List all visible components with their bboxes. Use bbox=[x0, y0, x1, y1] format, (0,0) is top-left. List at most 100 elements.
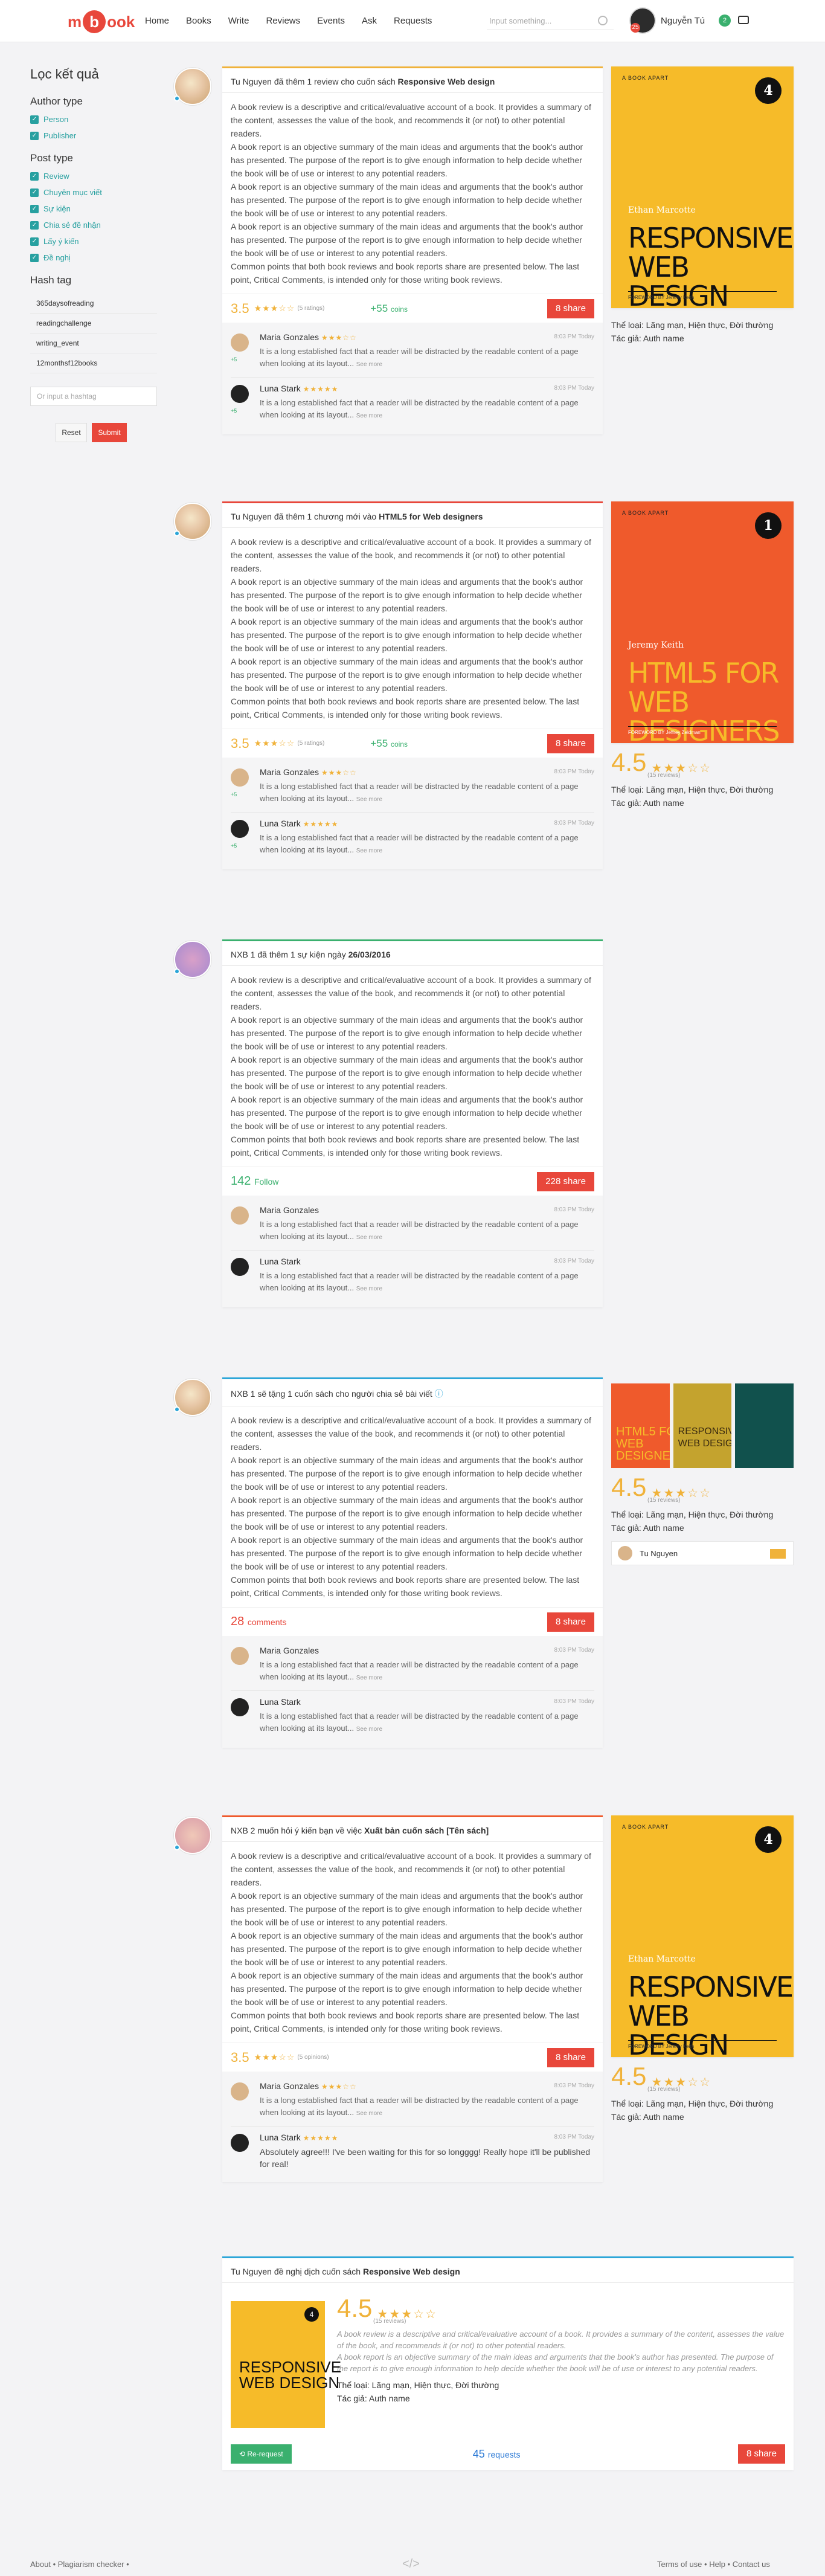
nav-books[interactable]: Books bbox=[186, 16, 211, 26]
search-input[interactable]: Input something... bbox=[487, 12, 614, 30]
nav-events[interactable]: Events bbox=[317, 16, 345, 26]
hashtag-item[interactable]: readingchallenge bbox=[30, 314, 157, 333]
book-cover[interactable]: RESPONSIVE WEB DESIGN bbox=[673, 1383, 732, 1468]
share-button[interactable]: 228 share bbox=[537, 1171, 594, 1191]
commenter-avatar[interactable] bbox=[231, 2134, 249, 2152]
nav-ask[interactable]: Ask bbox=[362, 16, 377, 26]
nav-write[interactable]: Write bbox=[228, 16, 249, 26]
commenter-name[interactable]: Maria Gonzales bbox=[260, 767, 319, 777]
post-author-avatar[interactable] bbox=[174, 941, 211, 978]
post-author-avatar[interactable] bbox=[174, 1379, 211, 1416]
footer-left-links[interactable]: About • Plagiarism checker • bbox=[30, 2560, 129, 2569]
hashtag-item[interactable]: 12monthsf12books bbox=[30, 353, 157, 373]
commenter-name[interactable]: Luna Stark bbox=[260, 1697, 301, 1707]
hashtag-item[interactable]: writing_event bbox=[30, 333, 157, 353]
commenter-name[interactable]: Maria Gonzales bbox=[260, 1646, 319, 1655]
reset-button[interactable]: Reset bbox=[56, 423, 87, 442]
search-icon[interactable] bbox=[598, 16, 608, 25]
nav-requests[interactable]: Requests bbox=[394, 16, 432, 26]
hashtag-input[interactable]: Or input a hashtag bbox=[30, 387, 157, 406]
comment-stars: ★★★★★ bbox=[303, 2134, 339, 2142]
comment: Luna Stark ★★★★★ 8:03 PM Today Absolutel… bbox=[231, 2127, 594, 2176]
share-button[interactable]: 8 share bbox=[547, 1612, 594, 1632]
book-cover[interactable]: A BOOK APART 4 Ethan Marcotte RESPONSIVE… bbox=[611, 66, 794, 308]
commenter-name[interactable]: Luna Stark bbox=[260, 819, 301, 828]
username[interactable]: Nguyễn Tú bbox=[661, 16, 705, 26]
commenter-name[interactable]: Maria Gonzales bbox=[260, 1205, 319, 1215]
book-card[interactable]: A BOOK APART 4 Ethan Marcotte RESPONSIVE… bbox=[611, 1815, 794, 2057]
share-button[interactable]: 8 share bbox=[547, 733, 594, 753]
footer-right-links[interactable]: Terms of use • Help • Contact us bbox=[657, 2560, 770, 2569]
see-more-link[interactable]: See more bbox=[356, 413, 382, 419]
see-more-link[interactable]: See more bbox=[356, 361, 382, 368]
see-more-link[interactable]: See more bbox=[356, 2110, 382, 2117]
checkbox-review[interactable]: ✓ Review bbox=[30, 172, 163, 181]
sharer-card[interactable]: Tu Nguyen bbox=[611, 1541, 794, 1565]
see-more-link[interactable]: See more bbox=[356, 1675, 382, 1681]
share-button[interactable]: 8 share bbox=[737, 2444, 785, 2464]
post-footer: 3.5 ★★★☆☆ (5 opinions) 8 share bbox=[222, 2043, 603, 2072]
book-card[interactable]: A BOOK APART 4 Ethan Marcotte RESPONSIVE… bbox=[611, 66, 794, 308]
commenter-avatar[interactable] bbox=[231, 1206, 249, 1225]
commenter-name[interactable]: Maria Gonzales bbox=[260, 2081, 319, 2091]
book-cover[interactable]: A BOOK APART 4 Ethan Marcotte RESPONSIVE… bbox=[611, 1815, 794, 2057]
info-icon[interactable]: ⓘ bbox=[435, 1389, 443, 1399]
see-more-link[interactable]: See more bbox=[356, 848, 382, 854]
check-icon: ✓ bbox=[30, 253, 39, 262]
submit-button[interactable]: Submit bbox=[92, 423, 127, 442]
see-more-link[interactable]: See more bbox=[356, 796, 382, 803]
share-button[interactable]: 8 share bbox=[547, 298, 594, 318]
post-card: NXB 1 đã thêm 1 sự kiện ngày 26/03/2016 … bbox=[222, 939, 603, 1307]
requests-count[interactable]: 45 requests bbox=[473, 2448, 521, 2461]
rating-stars[interactable]: ★★★☆☆ bbox=[254, 738, 295, 749]
commenter-name[interactable]: Luna Stark bbox=[260, 384, 301, 393]
comment-text: It is a long established fact that a rea… bbox=[260, 833, 579, 854]
inbox-icon[interactable] bbox=[738, 16, 749, 24]
notification-badge[interactable]: 2 bbox=[719, 14, 731, 27]
comments-count[interactable]: 28 comments bbox=[231, 1615, 286, 1629]
commenter-avatar[interactable] bbox=[231, 385, 249, 403]
rating-stars[interactable]: ★★★☆☆ bbox=[254, 303, 295, 314]
checkbox-person[interactable]: ✓ Person bbox=[30, 115, 163, 124]
checkbox-opinion[interactable]: ✓ Lấy ý kiến bbox=[30, 237, 163, 246]
checkbox-share[interactable]: ✓ Chia sẻ đề nhận bbox=[30, 221, 163, 230]
commenter-name[interactable]: Maria Gonzales bbox=[260, 332, 319, 342]
rating-stars[interactable]: ★★★☆☆ bbox=[254, 2052, 295, 2062]
commenter-avatar[interactable] bbox=[231, 2082, 249, 2101]
commenter-avatar[interactable] bbox=[231, 333, 249, 352]
status-dot bbox=[174, 95, 180, 101]
post-author-avatar[interactable] bbox=[174, 1817, 211, 1854]
checkbox-column[interactable]: ✓ Chuyên mục viết bbox=[30, 188, 163, 197]
book-cover[interactable]: HTML5 FOR WEB DESIGNERS bbox=[611, 1383, 670, 1468]
post-author-avatar[interactable] bbox=[174, 503, 211, 540]
see-more-link[interactable]: See more bbox=[356, 1286, 382, 1292]
book-card[interactable]: A BOOK APART 1 Jeremy Keith HTML5 FOR WE… bbox=[611, 501, 794, 743]
comment-text: It is a long established fact that a rea… bbox=[260, 1711, 579, 1733]
see-more-link[interactable]: See more bbox=[356, 1234, 382, 1241]
book-cover[interactable]: A BOOK APART 1 Jeremy Keith HTML5 FOR WE… bbox=[611, 501, 794, 743]
user-avatar[interactable]: 25 bbox=[629, 7, 656, 34]
commenter-name[interactable]: Luna Stark bbox=[260, 1257, 301, 1266]
commenter-avatar[interactable] bbox=[231, 768, 249, 787]
book-cover[interactable] bbox=[735, 1383, 794, 1468]
checkbox-event[interactable]: ✓ Sự kiện bbox=[30, 204, 163, 213]
commenter-avatar[interactable] bbox=[231, 1258, 249, 1276]
commenter-avatar[interactable] bbox=[231, 820, 249, 838]
commenter-avatar[interactable] bbox=[231, 1698, 249, 1716]
nav-reviews[interactable]: Reviews bbox=[266, 16, 300, 26]
sharer-avatar bbox=[618, 1546, 632, 1560]
mbook-logo[interactable]: m b ook bbox=[68, 10, 135, 34]
rerequest-button[interactable]: ⟲ Re-request bbox=[231, 2444, 292, 2464]
post-author-avatar[interactable] bbox=[174, 68, 211, 105]
nav-home[interactable]: Home bbox=[145, 16, 169, 26]
commenter-name[interactable]: Luna Stark bbox=[260, 2133, 301, 2142]
share-button[interactable]: 8 share bbox=[547, 2047, 594, 2067]
hashtag-item[interactable]: 365daysofreading bbox=[30, 294, 157, 314]
commenter-avatar[interactable] bbox=[231, 1647, 249, 1665]
checkbox-publisher[interactable]: ✓ Publisher bbox=[30, 131, 163, 140]
book-cover[interactable]: 4 RESPONSIVE WEB DESIGN bbox=[231, 2301, 341, 2428]
follow-count[interactable]: 142 Follow bbox=[231, 1174, 278, 1188]
check-icon: ✓ bbox=[30, 131, 39, 140]
checkbox-suggest[interactable]: ✓ Đề nghị bbox=[30, 253, 163, 262]
see-more-link[interactable]: See more bbox=[356, 1726, 382, 1733]
